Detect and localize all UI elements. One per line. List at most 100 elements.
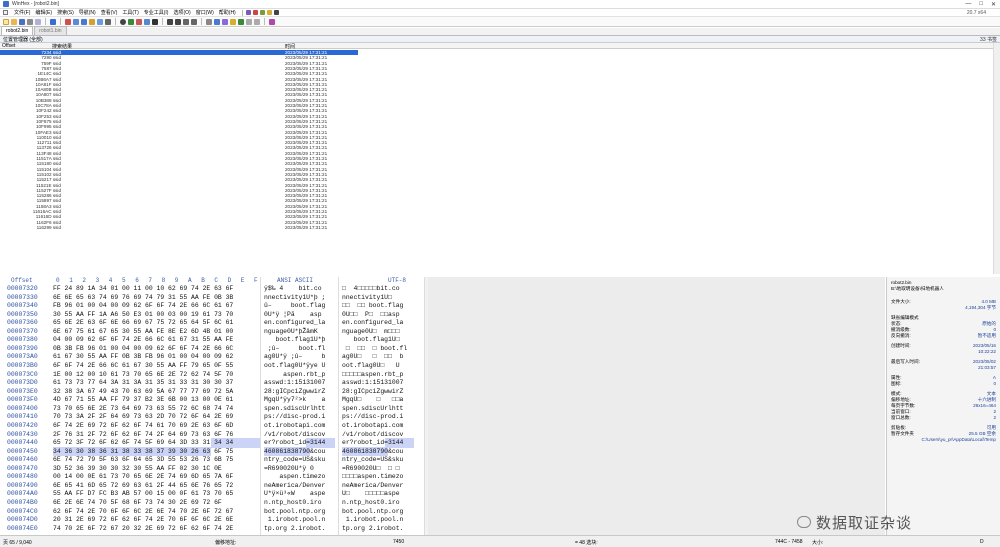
toolbar-separator bbox=[115, 18, 116, 25]
new-file-icon[interactable] bbox=[3, 18, 9, 25]
toolbar-separator bbox=[264, 18, 265, 25]
status-page: 页 65 / 9,040 bbox=[3, 540, 32, 546]
position-manager-title: 位置管理器 (全部) bbox=[3, 36, 43, 43]
hex-header-col: 5 bbox=[122, 277, 126, 284]
print-icon[interactable] bbox=[27, 18, 33, 25]
menu-window[interactable]: 窗口(W) bbox=[196, 9, 214, 16]
open-file-icon[interactable] bbox=[11, 18, 17, 25]
find-hex-icon[interactable] bbox=[128, 18, 134, 25]
tab-robot1[interactable]: robot1.bin bbox=[34, 26, 67, 35]
find-icon[interactable] bbox=[120, 18, 126, 25]
analyze-icon[interactable] bbox=[238, 18, 244, 25]
menu-bar: 文件(F) 编辑(E) 搜索(S) 导航(N) 查看(V) 工具(T) 专业工具… bbox=[0, 9, 1000, 17]
document-icon bbox=[3, 10, 8, 15]
menu-options[interactable]: 选项(O) bbox=[173, 9, 190, 16]
info-row: 窗口总数: 2 bbox=[891, 415, 996, 421]
info-row: 反向撤消: 暂不适用 bbox=[891, 333, 996, 339]
undo-icon[interactable] bbox=[50, 18, 56, 25]
position-list[interactable]: 7234 ssid 2023/05/29 17:31:21 7290 ssid 202… bbox=[0, 49, 1000, 274]
info-row: C:\Users\yu_pr\AppData\Local\Temp bbox=[891, 437, 996, 443]
info-row: 图标: 0 bbox=[891, 381, 996, 387]
copy-block-icon[interactable] bbox=[81, 18, 87, 25]
menu-view[interactable]: 查看(V) bbox=[101, 9, 118, 16]
list-item[interactable]: 116299 ssid 2023/05/29 17:31:21 bbox=[0, 225, 358, 230]
hex-header-col: 7 bbox=[148, 277, 152, 284]
disk-icon[interactable] bbox=[245, 10, 251, 15]
menu-edit[interactable]: 编辑(E) bbox=[35, 9, 52, 16]
title-bar: WinHex - [robot2.bin] — □ ✕ bbox=[0, 0, 1000, 9]
hex-utf8[interactable]: tp.org 2.irobot. bbox=[342, 524, 403, 534]
ram-icon[interactable] bbox=[252, 10, 258, 15]
info-key: 反向撤消: bbox=[891, 333, 911, 338]
hex-header-offset: Offset bbox=[11, 277, 33, 284]
info-key: 图标: bbox=[891, 381, 902, 386]
info-key: 窗口总数: bbox=[891, 415, 911, 420]
hex-header-col: F bbox=[254, 277, 258, 284]
info-value: 10:22:22 bbox=[978, 349, 996, 354]
tab-robot2[interactable]: robot2.bin bbox=[1, 26, 34, 35]
replace-hex-icon[interactable] bbox=[144, 18, 150, 25]
file-info-panel: robot2.bin B:\地取明设备\扫地机器人 文件大小: 4.0 MB 4,1… bbox=[886, 277, 1000, 535]
minimize-button[interactable]: — bbox=[965, 1, 971, 8]
app-icon bbox=[3, 1, 9, 7]
folder-icon[interactable] bbox=[266, 10, 272, 15]
calculator-icon[interactable] bbox=[222, 18, 228, 25]
hex-header-col: C bbox=[214, 277, 218, 284]
info-value: 0 bbox=[993, 381, 996, 386]
toolbar-separator bbox=[45, 18, 46, 25]
write-icon[interactable] bbox=[105, 18, 111, 25]
hex-ansi[interactable]: tp.org 2.irobot. bbox=[264, 524, 325, 534]
status-size-value: D bbox=[980, 539, 984, 545]
close-button[interactable]: ✕ bbox=[991, 1, 996, 8]
menu-file[interactable]: 文件(F) bbox=[14, 9, 30, 16]
replace-icon[interactable] bbox=[136, 18, 142, 25]
menu-help[interactable]: 帮助(H) bbox=[219, 9, 236, 16]
menu-specialist[interactable]: 专业工具(I) bbox=[144, 9, 169, 16]
bookmark-count: 33 书签 bbox=[980, 36, 997, 43]
info-value: 21:03:57 bbox=[978, 365, 996, 370]
goto-offset-icon[interactable] bbox=[167, 18, 173, 25]
menu-tools[interactable]: 工具(T) bbox=[122, 9, 138, 16]
status-size-label: 大小: bbox=[812, 540, 824, 546]
status-selection-label: = 48 选块: bbox=[575, 540, 598, 546]
disk-editor-icon[interactable] bbox=[206, 18, 212, 25]
hash-icon[interactable] bbox=[230, 18, 236, 25]
menu-navigate[interactable]: 导航(N) bbox=[79, 9, 96, 16]
info-value: 暂不适用 bbox=[977, 333, 996, 338]
status-selection-range: 744C - 7458 bbox=[775, 539, 803, 545]
hex-header: Offset ANSI ASCII UTF-8 0 1 2 3 4 5 6 7 8 9 A B C D E F bbox=[0, 277, 425, 284]
watermark: 数据取证杂谈 bbox=[816, 514, 913, 532]
save-icon[interactable] bbox=[19, 18, 25, 25]
goto-sector-icon[interactable] bbox=[175, 18, 181, 25]
forward-icon[interactable] bbox=[191, 18, 197, 25]
find-next-icon[interactable] bbox=[152, 18, 158, 25]
ram-editor-icon[interactable] bbox=[214, 18, 220, 25]
copy-icon[interactable] bbox=[73, 18, 79, 25]
hex-header-col: 4 bbox=[108, 277, 113, 284]
back-icon[interactable] bbox=[183, 18, 189, 25]
properties-icon[interactable] bbox=[35, 18, 41, 25]
info-value: C:\Users\yu_pr\AppData\Local\Temp bbox=[921, 437, 996, 442]
refresh-icon[interactable] bbox=[254, 18, 260, 25]
camera-icon[interactable] bbox=[273, 10, 279, 15]
gauge-icon[interactable] bbox=[259, 10, 265, 15]
maximize-button[interactable]: □ bbox=[979, 1, 983, 8]
info-row: 4,194,304 字节 bbox=[891, 305, 996, 311]
position-manager-header: 位置管理器 (全部) 33 书签 bbox=[0, 36, 1000, 43]
toolbar-separator bbox=[60, 18, 61, 25]
hex-bytes[interactable]: 74 70 2E 6F 72 67 20 32 2E 69 72 6F 62 6… bbox=[53, 524, 233, 534]
hex-offset: 000074E0 bbox=[7, 524, 38, 532]
list-scrollbar[interactable] bbox=[993, 43, 1000, 274]
clipboard-icon[interactable] bbox=[97, 18, 103, 25]
hex-header-col: 0 bbox=[56, 277, 60, 284]
hex-header-col: A bbox=[188, 277, 192, 284]
toolbar-separator bbox=[201, 18, 202, 25]
cut-icon[interactable] bbox=[65, 18, 71, 25]
menu-search[interactable]: 搜索(S) bbox=[57, 9, 74, 16]
help-icon[interactable] bbox=[269, 18, 275, 25]
empty-panel bbox=[428, 277, 885, 535]
options-icon[interactable] bbox=[246, 18, 252, 25]
hex-row[interactable]: 000074E0 74 70 2E 6F 72 67 20 32 2E 69 72… bbox=[0, 524, 425, 534]
window-controls: — □ ✕ bbox=[965, 1, 996, 8]
paste-icon[interactable] bbox=[89, 18, 95, 25]
